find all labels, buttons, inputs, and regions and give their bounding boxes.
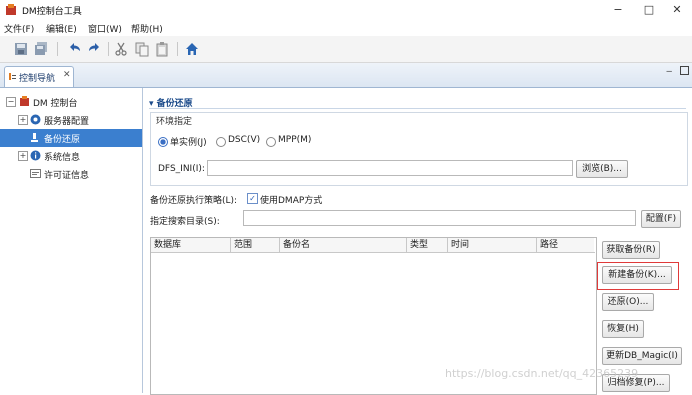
column-header-database[interactable]: 数据库 — [151, 238, 231, 252]
column-header-path[interactable]: 路径 — [537, 238, 594, 252]
minimize-button[interactable]: − — [607, 2, 629, 18]
tree-item-label: 许可证信息 — [44, 171, 90, 181]
dmap-checkbox[interactable]: ✓ — [247, 193, 258, 204]
menu-window[interactable]: 窗口(W) — [88, 22, 122, 35]
recover-button[interactable]: 恢复(H) — [602, 320, 644, 338]
tree-item-label: 系统信息 — [44, 153, 81, 163]
tree-item-label: 备份还原 — [44, 135, 81, 145]
backup-icon — [31, 133, 38, 142]
redo-icon[interactable] — [87, 41, 103, 57]
mpp-label[interactable]: MPP(M) — [278, 135, 311, 145]
paste-icon[interactable] — [154, 41, 170, 57]
search-dir-input[interactable] — [243, 210, 636, 226]
column-header-scope[interactable]: 范围 — [231, 238, 280, 252]
view-tab-bar: 控制导航 ✕ — [0, 63, 692, 88]
section-divider — [149, 108, 686, 109]
dsc-radio[interactable] — [216, 137, 226, 147]
maximize-button[interactable]: □ — [638, 2, 660, 18]
undo-icon[interactable] — [66, 41, 82, 57]
restore-button[interactable]: 还原(O)... — [602, 293, 654, 311]
browse-button[interactable]: 浏览(B)... — [576, 160, 628, 178]
tree-item-backup-restore[interactable]: 备份还原 — [0, 129, 142, 147]
tab-label: 控制导航 — [19, 74, 56, 84]
tab-close-icon[interactable]: ✕ — [63, 70, 71, 80]
save-icon[interactable] — [13, 41, 29, 57]
environment-legend: 环境指定 — [154, 114, 195, 127]
dmap-checkbox-label[interactable]: 使用DMAP方式 — [260, 193, 322, 206]
tree-item-label: DM 控制台 — [33, 99, 78, 109]
close-button[interactable]: ✕ — [666, 2, 688, 18]
single-instance-label[interactable]: 单实例(J) — [170, 135, 207, 148]
get-backup-button[interactable]: 获取备份(R) — [602, 241, 660, 259]
expand-icon[interactable]: + — [18, 151, 28, 161]
column-header-time[interactable]: 时间 — [448, 238, 537, 252]
toolbar — [0, 36, 692, 63]
tree-item-server-config[interactable]: + 服务器配置 — [0, 111, 142, 129]
new-backup-button[interactable]: 新建备份(K)... — [602, 266, 672, 284]
license-icon — [30, 169, 41, 178]
config-button[interactable]: 配置(F) — [641, 210, 681, 228]
cut-icon[interactable] — [113, 41, 129, 57]
navigation-tree: − DM 控制台 + 服务器配置 备份还原 + 系统信息 许可证信息 — [0, 88, 143, 393]
save-all-icon[interactable] — [33, 41, 49, 57]
column-header-backup-name[interactable]: 备份名 — [280, 238, 407, 252]
tree-item-dm-console[interactable]: − DM 控制台 — [0, 93, 142, 111]
tree-item-label: 服务器配置 — [44, 117, 90, 127]
dm-console-icon — [20, 96, 29, 106]
toolbar-separator — [57, 42, 58, 56]
single-instance-radio[interactable] — [158, 137, 168, 147]
update-db-magic-button[interactable]: 更新DB_Magic(I) — [602, 347, 682, 365]
dfs-ini-input[interactable] — [207, 160, 573, 176]
gear-icon — [30, 114, 41, 125]
column-header-type[interactable]: 类型 — [407, 238, 448, 252]
strategy-label: 备份还原执行策略(L): — [150, 196, 238, 206]
tree-item-system-info[interactable]: + 系统信息 — [0, 147, 142, 165]
toolbar-separator — [108, 42, 109, 56]
window-title: DM控制台工具 — [22, 7, 82, 17]
app-logo-icon — [6, 4, 16, 15]
search-dir-label: 指定搜索目录(S): — [150, 217, 220, 227]
mpp-radio[interactable] — [266, 137, 276, 147]
view-minimize-button[interactable]: ‒ — [666, 66, 672, 77]
dfs-ini-label: DFS_INI(I): — [158, 164, 205, 174]
home-icon[interactable] — [184, 41, 200, 57]
title-bar — [0, 0, 692, 20]
menu-edit[interactable]: 编辑(E) — [46, 22, 77, 35]
menu-help[interactable]: 帮助(H) — [131, 22, 163, 35]
tab-control-navigation[interactable]: 控制导航 ✕ — [4, 66, 74, 87]
navigation-icon — [9, 73, 16, 80]
info-icon — [30, 150, 41, 161]
watermark: https://blog.csdn.net/qq_42365239 — [445, 367, 639, 380]
collapse-icon[interactable]: − — [6, 97, 16, 107]
toolbar-separator — [177, 42, 178, 56]
tree-item-license-info[interactable]: 许可证信息 — [0, 165, 142, 183]
expand-icon[interactable]: + — [18, 115, 28, 125]
copy-icon[interactable] — [134, 41, 150, 57]
dsc-label[interactable]: DSC(V) — [228, 135, 260, 145]
menu-file[interactable]: 文件(F) — [4, 22, 34, 35]
view-maximize-button[interactable] — [680, 66, 689, 75]
table-header-divider — [151, 252, 595, 253]
